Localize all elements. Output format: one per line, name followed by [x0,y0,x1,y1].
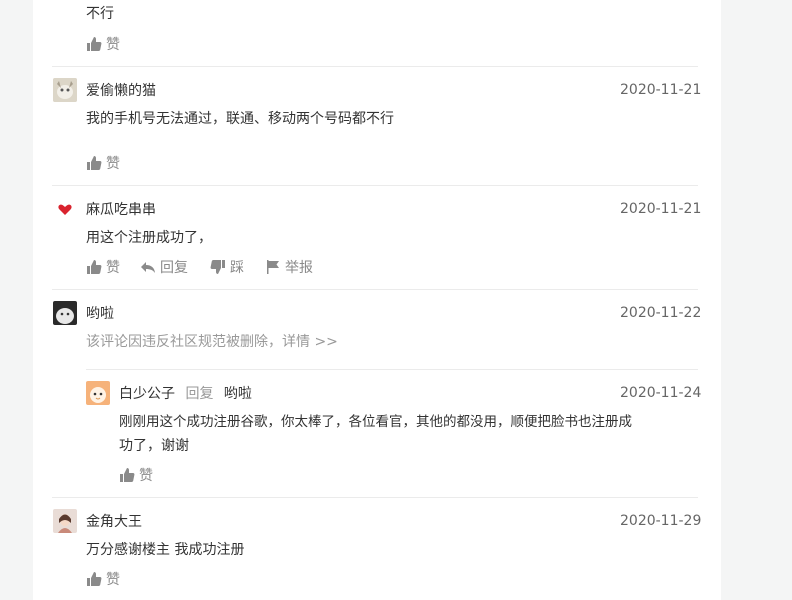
divider [52,497,698,498]
thumbs-up-icon [120,468,135,482]
thumbs-up-icon [87,260,102,274]
like-button[interactable]: 赞 [86,569,120,589]
comment-text-line-1: 刚刚用这个成功注册谷歌，你太棒了，各位看官，其他的都没用，顺便把脸书也注册成 [119,414,632,430]
comment-date: 2020-11-24 [620,385,702,401]
avatar[interactable] [53,197,77,221]
avatar[interactable] [53,78,77,102]
username[interactable]: 白少公子 [119,386,175,402]
divider [86,369,698,370]
reply-button[interactable]: 回复 [140,257,188,277]
reply-arrow-icon [141,262,155,273]
comment-text: 我的手机号无法通过，联通、移动两个号码都不行 [86,111,394,127]
like-button[interactable]: 赞 [86,153,120,173]
deleted-text: 该评论因违反社区规范被删除， [86,334,282,350]
heart-icon [53,197,77,221]
comment-text: 不行 [86,6,114,22]
reply-label: 回复 [160,260,188,276]
like-button[interactable]: 赞 [86,34,120,54]
comment-date: 2020-11-22 [620,305,702,321]
comment-text: 万分感谢楼主 我成功注册 [86,542,245,558]
divider [52,66,698,67]
reply-to-username[interactable]: 哟啦 [224,386,252,402]
username[interactable]: 金角大王 [86,512,142,532]
report-button[interactable]: 举报 [265,257,313,277]
thumbs-down-icon [210,260,225,274]
thumbs-up-icon [87,37,102,51]
reply-header: 白少公子 回复 哟啦 [119,384,252,404]
reply-label: 回复 [185,386,214,402]
comment-date: 2020-11-21 [620,201,702,217]
username[interactable]: 爱偷懒的猫 [86,81,156,101]
comment-date: 2020-11-21 [620,82,702,98]
like-label: 赞 [106,156,120,172]
details-link[interactable]: 详情 >> [282,334,338,350]
like-label: 赞 [106,37,120,53]
comment-date: 2020-11-29 [620,513,702,529]
dislike-label: 踩 [230,260,244,276]
comment-text: 用这个注册成功了， [86,230,212,246]
divider [52,289,698,290]
like-label: 赞 [106,260,120,276]
thumbs-up-icon [87,572,102,586]
deleted-comment-notice: 该评论因违反社区规范被删除，详情 >> [86,332,338,352]
thumbs-up-icon [87,156,102,170]
avatar[interactable] [53,509,77,533]
like-label: 赞 [106,572,120,588]
avatar[interactable] [86,381,110,405]
like-label: 赞 [139,468,153,484]
like-button[interactable]: 赞 [86,257,120,277]
divider [52,185,698,186]
flag-icon [267,260,279,274]
username[interactable]: 哟啦 [86,304,114,324]
like-button[interactable]: 赞 [119,465,153,485]
comment-text-line-2: 功了，谢谢 [119,438,189,454]
report-label: 举报 [285,260,313,276]
username[interactable]: 麻瓜吃串串 [86,200,156,220]
avatar[interactable] [53,301,77,325]
dislike-button[interactable]: 踩 [210,257,244,277]
comment-panel: 不行 赞 爱偷懒的猫 2020-11-21 我的手机号无法通过，联通、移动两个号… [33,0,721,600]
